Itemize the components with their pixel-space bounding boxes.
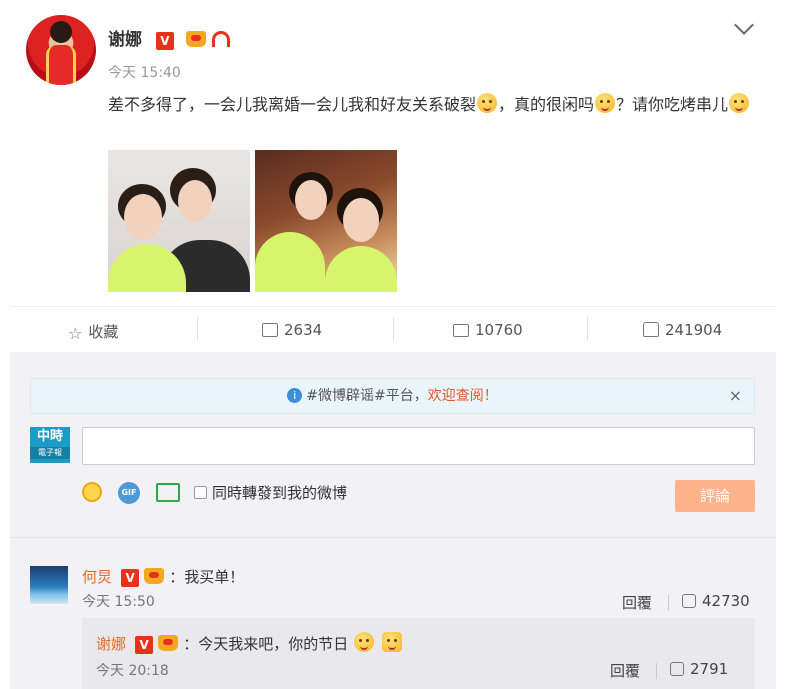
divider	[587, 317, 588, 341]
star-icon: ☆	[68, 324, 83, 343]
close-icon[interactable]: ×	[729, 379, 742, 413]
verified-icon: V	[121, 569, 140, 587]
reply-button[interactable]: 回覆	[610, 660, 640, 681]
confused-emoji-icon	[595, 93, 616, 113]
post-author-name[interactable]: 谢娜	[108, 30, 142, 50]
post-photo-2[interactable]	[255, 150, 397, 292]
post-text-part2: ，真的很闲吗	[498, 95, 595, 114]
photo-person-shirt	[325, 246, 397, 292]
member-crown-icon	[144, 568, 165, 584]
repost-checkbox-label: 同時轉發到我的微博	[212, 484, 348, 502]
current-user-avatar[interactable]: 中時 電子報	[30, 427, 70, 463]
post-photo-1[interactable]	[108, 150, 250, 292]
image-upload-icon[interactable]	[156, 483, 180, 502]
reply-body: 谢娜 V ：今天我来吧，你的节日	[96, 632, 403, 654]
like-button[interactable]: 241904	[643, 321, 722, 339]
post-time[interactable]: 今天 15:40	[108, 62, 181, 82]
verified-icon: V	[135, 636, 154, 654]
like-count: 241904	[665, 321, 723, 339]
share-icon	[262, 323, 278, 337]
comment-icon	[453, 324, 469, 337]
share-button[interactable]: 2634	[262, 321, 322, 339]
repost-checkbox[interactable]	[194, 486, 207, 499]
thumbs-up-icon	[670, 662, 684, 676]
comment-text: ：我买单！	[169, 568, 245, 586]
thumbs-up-icon	[682, 594, 696, 608]
submit-comment-button[interactable]: 評論	[675, 480, 755, 512]
reply-author[interactable]: 谢娜	[96, 635, 126, 653]
reply-text: ：今天我来吧，你的节日	[183, 635, 349, 653]
member-crown-icon	[185, 31, 206, 47]
comment-time[interactable]: 今天 15:50	[82, 591, 155, 611]
comment-button[interactable]: 10760	[453, 321, 523, 339]
favorite-label: 收藏	[88, 323, 119, 341]
commenter-name[interactable]: 何炅	[82, 568, 112, 586]
tongue-emoji-icon	[729, 93, 750, 113]
photo-person-shirt	[255, 232, 325, 292]
comment-like-count: 42730	[702, 592, 750, 610]
photo-person-face	[178, 180, 212, 222]
photo-person-face	[295, 180, 327, 220]
smug-emoji-icon	[477, 93, 498, 113]
reply-time[interactable]: 今天 20:18	[96, 660, 169, 680]
commenter-avatar[interactable]	[30, 566, 68, 604]
favorite-button[interactable]: ☆ 收藏	[68, 321, 118, 343]
divider	[197, 317, 198, 341]
comment-like-button[interactable]: 42730	[682, 592, 750, 610]
reply-button[interactable]: 回覆	[622, 592, 652, 613]
reply-like-count: 2791	[690, 660, 729, 678]
divider	[656, 663, 657, 679]
fan-badge-icon	[211, 31, 230, 47]
notice-link[interactable]: 欢迎查阅！	[428, 388, 498, 404]
gif-icon[interactable]: GIF	[118, 482, 140, 504]
post-text-part1: 差不多得了，一会儿我离婚一会儿我和好友关系破裂	[108, 95, 477, 114]
comment-count: 10760	[475, 321, 523, 339]
notice-text: #微博辟谣#平台，	[306, 388, 428, 404]
author-avatar[interactable]	[26, 15, 96, 85]
post-action-bar: ☆ 收藏 2634 10760 241904	[10, 306, 776, 352]
comment-body: 何炅 V ：我买单！	[82, 566, 244, 587]
avatar-body	[46, 45, 76, 85]
divider	[393, 317, 394, 341]
clap-emoji-icon	[381, 632, 402, 652]
comment-input[interactable]	[82, 427, 755, 465]
verified-icon: V	[155, 32, 174, 50]
chevron-down-icon[interactable]	[734, 15, 754, 35]
logo-text: 中時	[36, 429, 63, 444]
emoji-icon[interactable]	[82, 482, 102, 502]
photo-person-face	[124, 194, 162, 240]
post-text: 差不多得了，一会儿我离婚一会儿我和好友关系破裂 ，真的很闲吗 ？请你吃烤串儿	[108, 90, 778, 120]
divider	[668, 595, 669, 611]
laugh-emoji-icon	[354, 632, 375, 652]
divider	[10, 537, 776, 538]
post-author[interactable]: 谢娜 V	[108, 25, 230, 50]
member-crown-icon	[158, 635, 179, 651]
info-icon: i	[287, 388, 303, 403]
rumor-notice-banner: i #微博辟谣#平台，欢迎查阅！ ×	[30, 378, 755, 414]
logo-subtext: 電子報	[30, 447, 70, 459]
share-count: 2634	[284, 321, 323, 339]
photo-person-face	[343, 198, 379, 242]
thumbs-up-icon	[643, 322, 659, 337]
avatar-head	[50, 21, 72, 43]
post-text-part3: ？请你吃烤串儿	[616, 95, 729, 114]
reply-like-button[interactable]: 2791	[670, 660, 728, 678]
